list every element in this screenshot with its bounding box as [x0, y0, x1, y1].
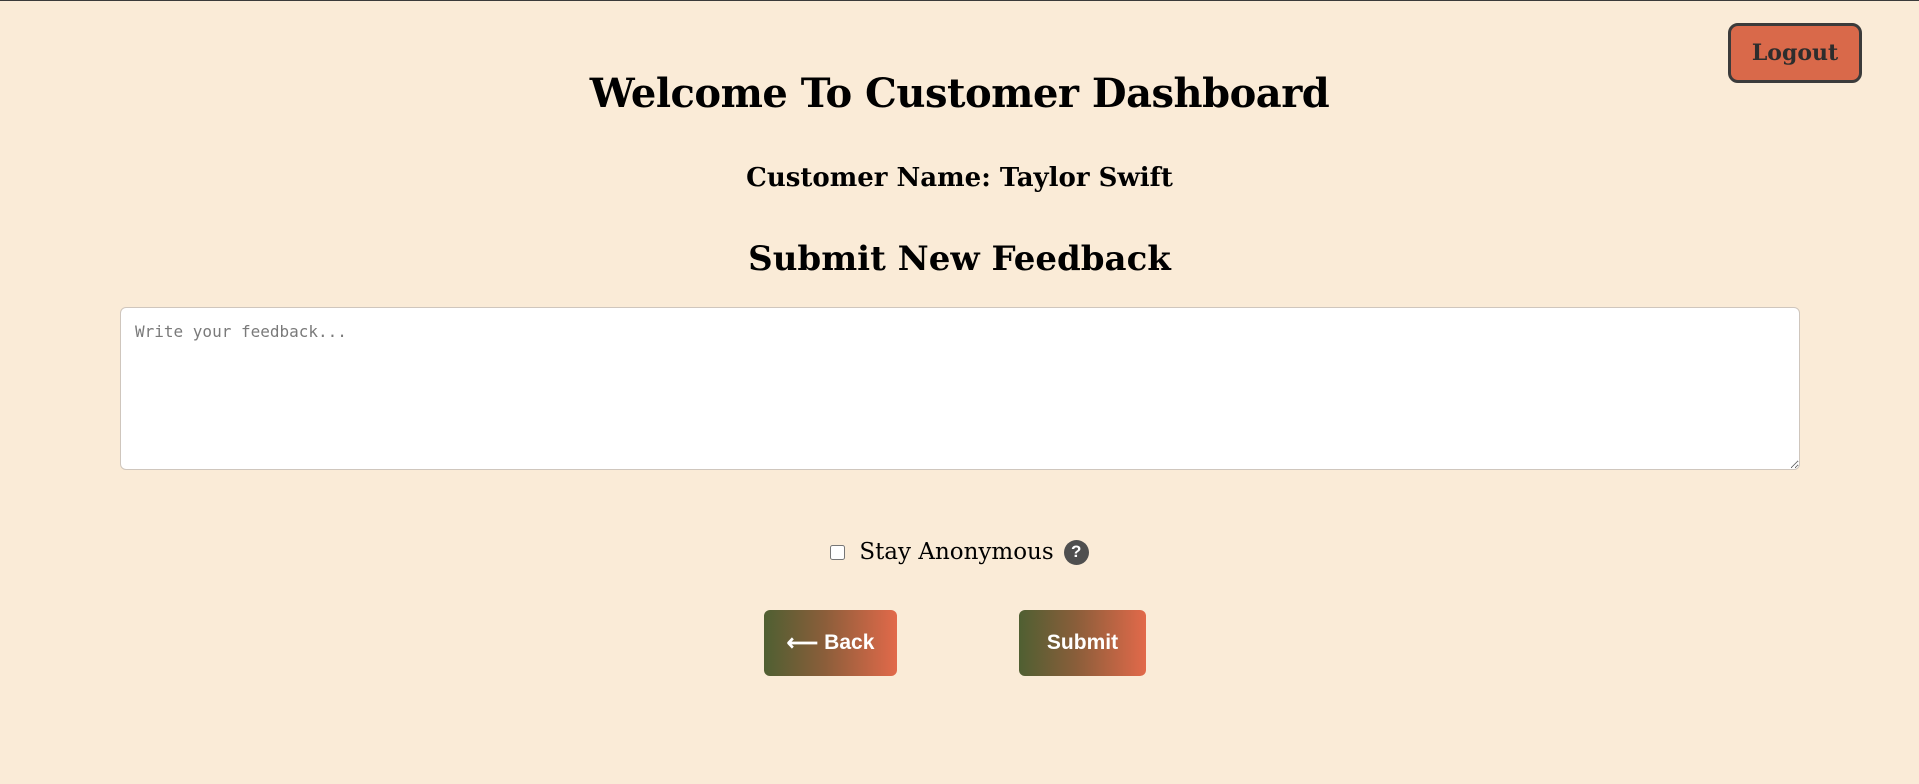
back-arrow-icon: ⟵	[786, 630, 819, 655]
anonymous-checkbox[interactable]	[830, 544, 846, 560]
page-title: Welcome To Customer Dashboard	[589, 70, 1330, 117]
submit-button[interactable]: Submit	[1019, 610, 1146, 676]
back-label: Back	[824, 631, 875, 654]
customer-name: Customer Name: Taylor Swift	[746, 163, 1173, 193]
feedback-textarea[interactable]	[120, 307, 1800, 470]
help-icon[interactable]: ?	[1063, 539, 1089, 565]
anonymous-option: Stay Anonymous ?	[0, 537, 1919, 567]
anonymous-label: Stay Anonymous	[859, 539, 1054, 565]
section-title: Submit New Feedback	[748, 239, 1171, 279]
back-button[interactable]: ⟵ Back	[764, 610, 897, 676]
